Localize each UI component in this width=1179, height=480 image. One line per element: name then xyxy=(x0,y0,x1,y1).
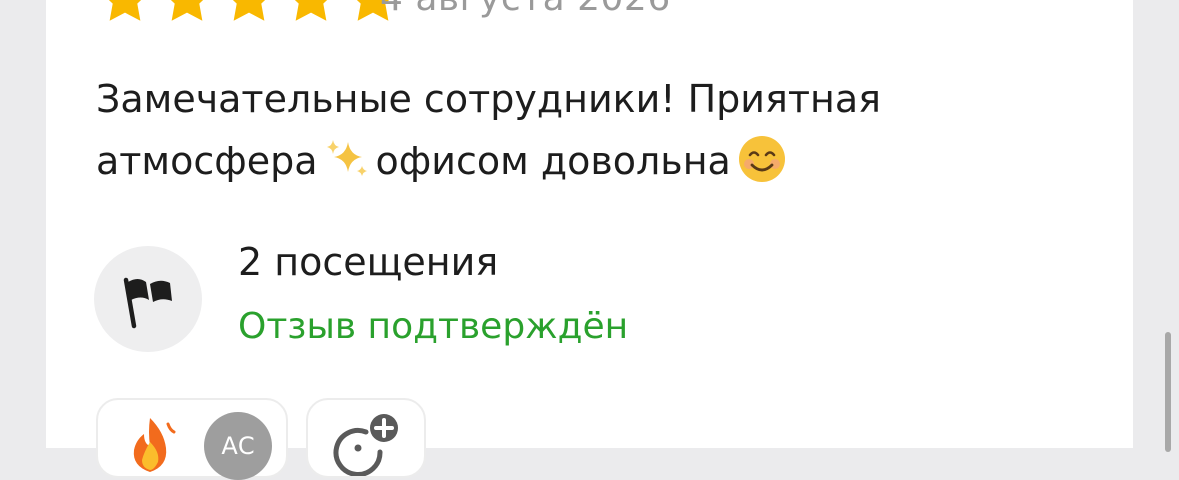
add-reaction-icon xyxy=(333,414,398,476)
fire-icon xyxy=(133,418,176,472)
rating-stars xyxy=(96,0,402,24)
star-icon xyxy=(220,0,278,24)
star-icon xyxy=(96,0,154,24)
review-card: 4 августа 2026 Замечательные сотрудники!… xyxy=(46,0,1133,480)
scrollbar[interactable] xyxy=(1165,332,1171,452)
reaction-button-fire[interactable]: АС xyxy=(96,398,288,480)
review-text-fragment: атмосфера xyxy=(96,139,318,183)
review-text: Замечательные сотрудники! Приятная атмос… xyxy=(96,68,996,192)
visits-badge xyxy=(94,246,202,352)
sparkles-icon xyxy=(324,136,370,178)
star-icon xyxy=(158,0,216,24)
add-reaction-button[interactable] xyxy=(306,398,426,478)
review-date: 4 августа 2026 xyxy=(380,0,671,19)
smiling-face-icon xyxy=(737,134,787,184)
review-text-fragment: офисом довольна xyxy=(375,139,731,183)
review-text-line: Замечательные сотрудники! Приятная xyxy=(96,77,881,121)
flags-icon xyxy=(123,277,172,329)
star-icon xyxy=(282,0,340,24)
visits-count: 2 посещения xyxy=(238,240,499,284)
review-confirmed-label: Отзыв подтверждён xyxy=(238,306,629,347)
review-text-line: атмосфера офисом довольна xyxy=(96,130,996,192)
avatar: АС xyxy=(204,412,272,480)
